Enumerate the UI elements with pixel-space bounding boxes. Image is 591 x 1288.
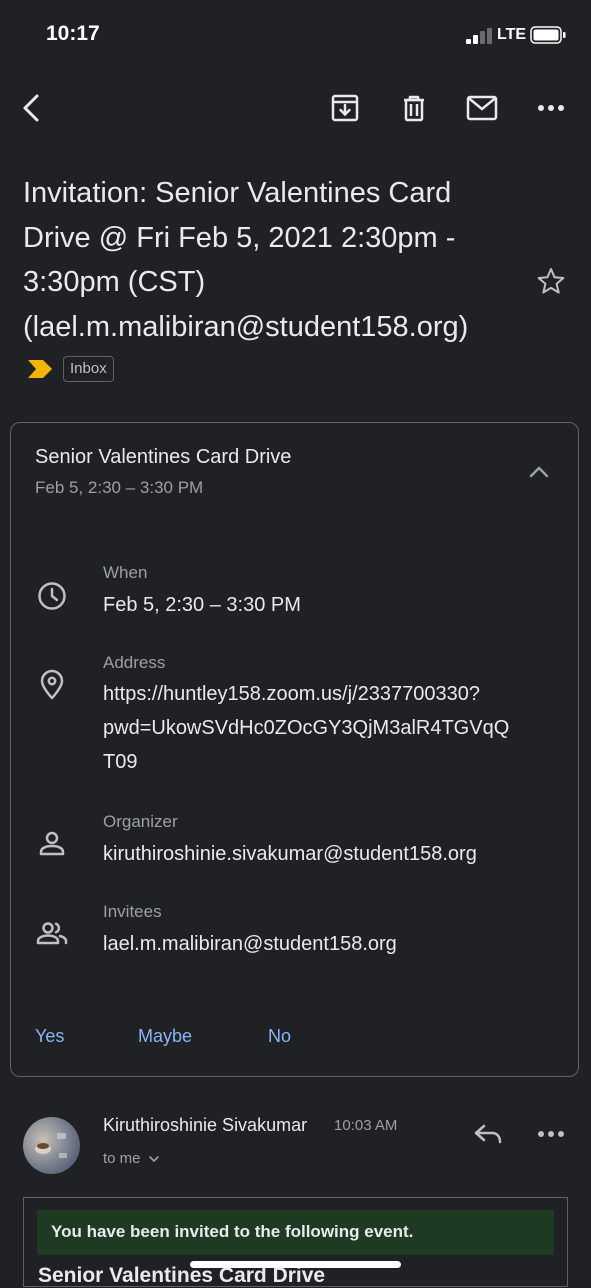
archive-button[interactable] [329, 92, 361, 124]
event-date: Feb 5, 2:30 – 3:30 PM [35, 478, 204, 497]
mail-icon [466, 95, 498, 121]
battery-icon [530, 26, 566, 44]
clock-icon [38, 582, 66, 610]
subject-line: 3:30pm (CST) [23, 266, 206, 298]
address-line: pwd=UkowSVdHc0ZOcGY3QjM3alR4TGVqQ [103, 717, 510, 739]
address-link[interactable]: https://huntley158.zoom.us/j/2337700330?… [103, 677, 509, 779]
trash-icon [404, 95, 424, 122]
star-icon[interactable] [536, 266, 566, 296]
back-button[interactable] [16, 92, 48, 124]
mark-unread-button[interactable] [466, 92, 498, 124]
rsvp-maybe-button[interactable]: Maybe [138, 1026, 192, 1047]
chevron-up-icon[interactable] [527, 460, 551, 484]
invitees-label: Invitees [103, 902, 162, 921]
invitees-value: lael.m.malibiran@student158.org [103, 933, 397, 955]
rsvp-yes-button[interactable]: Yes [35, 1026, 64, 1047]
address-line: T09 [103, 751, 138, 773]
organizer-label: Organizer [103, 812, 178, 831]
email-subject: Invitation: Senior Valentines Card Drive… [23, 171, 513, 349]
recipients-toggle[interactable]: to me [103, 1150, 160, 1167]
invite-banner-text: You have been invited to the following e… [51, 1222, 414, 1241]
people-icon [36, 922, 68, 945]
person-icon [39, 831, 65, 856]
recipients-label: to me [103, 1150, 141, 1167]
signal-icon [466, 28, 492, 44]
rsvp-no-button[interactable]: No [268, 1026, 291, 1047]
subject-line: (lael.m.malibiran@student158.org) [23, 310, 469, 343]
chevron-down-icon [148, 1156, 159, 1163]
sender-avatar[interactable] [23, 1117, 80, 1174]
address-line: https://huntley158.zoom.us/j/2337700330? [103, 683, 480, 705]
location-pin-icon [40, 669, 64, 700]
subject-line: Invitation: Senior Valentines Card [23, 177, 452, 209]
importance-marker-icon [28, 360, 52, 378]
sender-name: Kiruthiroshinie Sivakumar [103, 1115, 308, 1135]
organizer-value: kiruthiroshinie.sivakumar@student158.org [103, 843, 477, 865]
more-horiz-icon[interactable] [537, 1124, 565, 1144]
sent-time: 10:03 AM [334, 1117, 398, 1134]
delete-button[interactable] [398, 92, 430, 124]
back-arrow-icon [23, 94, 39, 122]
inbox-label[interactable]: Inbox [63, 356, 114, 382]
subject-line: Drive @ Fri Feb 5, 2021 2:30pm - [23, 221, 456, 254]
avatar-image [35, 1133, 67, 1158]
address-label: Address [103, 653, 166, 672]
when-label: When [103, 563, 148, 582]
reply-icon[interactable] [472, 1120, 504, 1148]
when-value: Feb 5, 2:30 – 3:30 PM [103, 594, 301, 616]
more-button[interactable] [535, 92, 567, 124]
network-type: LTE [497, 26, 527, 43]
archive-icon [331, 94, 359, 122]
status-time: 10:17 [46, 22, 100, 45]
event-title: Senior Valentines Card Drive [35, 446, 292, 468]
home-indicator[interactable] [190, 1261, 401, 1268]
more-horiz-icon [538, 105, 564, 111]
